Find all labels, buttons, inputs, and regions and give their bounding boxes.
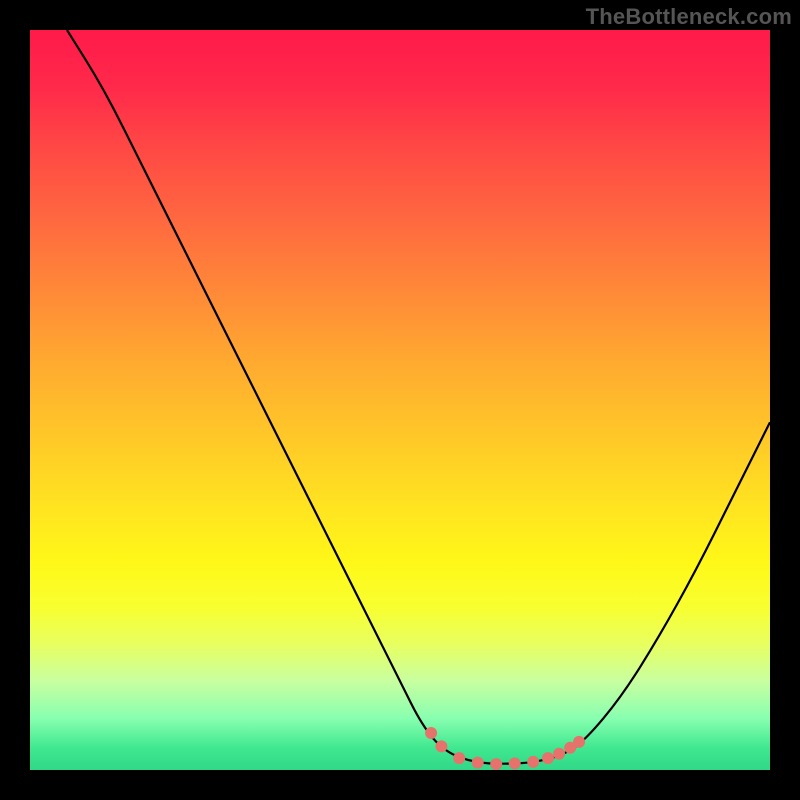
highlight-marker bbox=[509, 757, 521, 769]
highlight-marker bbox=[527, 756, 539, 768]
highlight-marker bbox=[472, 757, 484, 769]
chart-overlay bbox=[30, 30, 770, 770]
highlight-marker bbox=[490, 758, 502, 770]
highlight-marker bbox=[553, 748, 565, 760]
highlight-marker bbox=[542, 752, 554, 764]
watermark-text: TheBottleneck.com bbox=[586, 4, 792, 30]
highlight-marker bbox=[453, 752, 465, 764]
highlight-marker bbox=[573, 736, 585, 748]
bottleneck-curve bbox=[67, 30, 770, 764]
highlight-marker bbox=[425, 727, 437, 739]
highlight-marker bbox=[435, 740, 447, 752]
chart-frame: TheBottleneck.com bbox=[0, 0, 800, 800]
